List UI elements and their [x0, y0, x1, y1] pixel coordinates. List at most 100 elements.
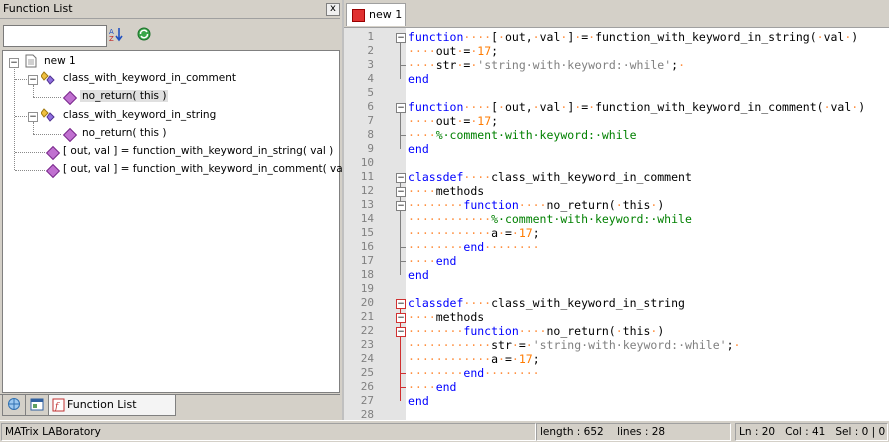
collapse-icon[interactable]: −: [28, 75, 38, 85]
code-token: ;: [491, 44, 499, 58]
close-icon[interactable]: x: [326, 3, 340, 16]
code-token: ·: [532, 100, 540, 114]
code-editor[interactable]: function····[·out,·val·]·=·function_with…: [406, 28, 889, 420]
fold-toggle-icon[interactable]: −: [396, 313, 406, 323]
code-token: out,: [504, 100, 533, 114]
line-number: 21: [360, 310, 374, 323]
fold-toggle-icon[interactable]: −: [396, 327, 406, 337]
code-token: ;: [726, 338, 734, 352]
tree-method-item[interactable]: no_return( this ): [80, 90, 169, 102]
code-token: ·: [498, 30, 505, 44]
line-number: 25: [360, 366, 374, 379]
class-icon: [41, 108, 55, 122]
collapse-icon[interactable]: −: [28, 112, 38, 122]
code-token: val: [539, 100, 561, 114]
tree-class-item[interactable]: class_with_keyword_in_comment: [63, 72, 236, 84]
function-icon: f: [52, 398, 65, 412]
code-token: no_return(: [546, 198, 616, 212]
code-token: val: [830, 100, 852, 114]
code-token: 17: [518, 352, 533, 366]
code-token: val: [823, 30, 845, 44]
tree-connector: [33, 97, 61, 98]
fold-toggle-icon[interactable]: −: [396, 33, 406, 43]
tree-connector: [15, 79, 29, 80]
code-token: =: [518, 338, 526, 352]
tree-method-item[interactable]: no_return( this ): [82, 127, 166, 139]
tab-function-list-label: Function List: [67, 398, 137, 411]
tree-class-item[interactable]: class_with_keyword_in_string: [63, 109, 216, 121]
line-number: 9: [367, 142, 374, 155]
code-token: end: [408, 394, 429, 408]
code-token: function_with_keyword_in_comment(: [595, 100, 824, 114]
tree-function-item[interactable]: [ out, val ] = function_with_keyword_in_…: [63, 163, 353, 175]
code-line: ············a·=·17;: [408, 352, 540, 366]
tree-connector: [15, 116, 29, 117]
code-token: out: [435, 114, 457, 128]
line-number: 18: [360, 268, 374, 281]
function-icon: [45, 163, 61, 179]
code-token: ····: [408, 380, 436, 394]
function-tree: − new 1 − class_with_keyword_in_comment …: [2, 50, 353, 393]
line-number: 10: [360, 156, 374, 169]
code-token: ;: [491, 114, 499, 128]
code-token: ·: [615, 198, 623, 212]
panel-title: Function List: [3, 2, 73, 15]
code-token: 17: [477, 114, 492, 128]
globe-icon: [8, 398, 20, 410]
code-token: function: [408, 30, 464, 44]
tab-new-1[interactable]: new 1: [346, 3, 406, 26]
sort-icon[interactable]: A Z: [108, 26, 124, 42]
line-number: 6: [367, 100, 374, 113]
line-number-gutter[interactable]: 1 2 3 4 5 6 7 8 9 10 11 12 13 14 15 16 17 18 19 20 21 22 23 24 2…: [344, 28, 407, 421]
code-token: this: [622, 324, 651, 338]
code-token: ): [851, 30, 859, 44]
fold-toggle-icon[interactable]: −: [396, 103, 406, 113]
code-token: 'string·with·keyword:·while': [532, 338, 727, 352]
status-language: MATrix LABoratory: [1, 423, 536, 441]
fold-line: [400, 113, 401, 149]
search-input[interactable]: [3, 25, 107, 47]
code-line: classdef····class_with_keyword_in_string: [408, 296, 685, 310]
code-token: %·comment·with·keyword:·while: [435, 128, 637, 142]
code-token: ············: [408, 212, 492, 226]
line-number: 24: [360, 352, 374, 365]
code-token: ········: [408, 240, 464, 254]
tab-document-map[interactable]: [25, 395, 49, 416]
tree-connector: [15, 170, 45, 171]
document-tab-bar: new 1: [344, 0, 889, 28]
code-token: ····: [408, 128, 436, 142]
code-line: ········function····no_return(·this·): [408, 324, 664, 338]
refresh-icon[interactable]: [136, 26, 152, 42]
code-token: ····: [408, 254, 436, 268]
panel-title-bar: Function List x: [0, 0, 340, 19]
tab-function-list[interactable]: f Function List: [48, 395, 176, 416]
tree-connector: [33, 134, 61, 135]
code-token: [: [491, 100, 499, 114]
code-token: classdef: [408, 170, 464, 184]
code-line: ····methods: [408, 184, 484, 198]
code-token: ····: [463, 100, 492, 114]
code-token: 17: [518, 226, 533, 240]
fold-toggle-icon[interactable]: −: [396, 201, 406, 211]
code-line: function····[·out,·val·]·=·function_with…: [408, 100, 865, 114]
status-bar: MATrix LABoratory length : 652 lines : 2…: [0, 420, 889, 442]
code-token: end: [408, 268, 429, 282]
fold-toggle-icon[interactable]: −: [396, 187, 406, 197]
fold-toggle-icon[interactable]: −: [396, 173, 406, 183]
code-token: out,: [504, 30, 533, 44]
code-token: ····: [463, 30, 492, 44]
code-token: ·: [816, 30, 824, 44]
line-number: 14: [360, 212, 374, 225]
line-number: 23: [360, 338, 374, 351]
tree-function-item[interactable]: [ out, val ] = function_with_keyword_in_…: [63, 145, 333, 157]
fold-toggle-icon[interactable]: −: [396, 299, 406, 309]
line-number: 4: [367, 72, 374, 85]
code-line: classdef····class_with_keyword_in_commen…: [408, 170, 692, 184]
code-token: ····: [518, 198, 547, 212]
tab-project[interactable]: [2, 395, 26, 416]
tree-root[interactable]: new 1: [44, 55, 76, 67]
code-token: ·: [615, 324, 623, 338]
line-number: 16: [360, 240, 374, 253]
code-line: ········end········: [408, 366, 540, 380]
function-list-panel: Function List x A Z − new 1 − class_with…: [0, 0, 353, 420]
